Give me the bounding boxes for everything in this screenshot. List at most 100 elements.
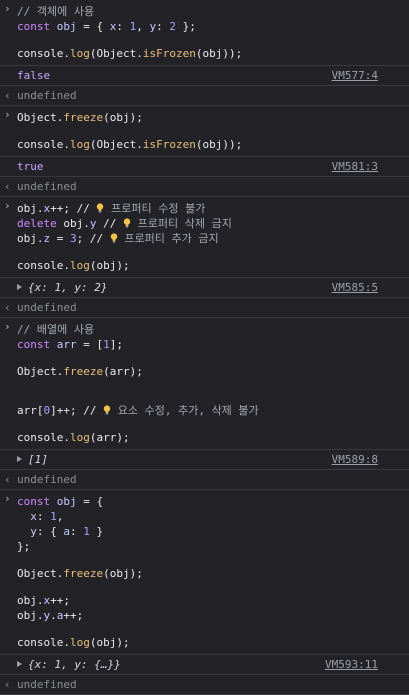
output-value[interactable]: {x: 1, y: 2} (28, 281, 107, 294)
code-token: x (30, 510, 37, 523)
source-link[interactable]: VM589:8 (332, 452, 378, 467)
code-token: , (136, 20, 150, 33)
output-value[interactable]: {x: 1, y: {…}} (28, 658, 121, 671)
source-link[interactable]: VM581:3 (332, 159, 378, 174)
code-token: (Object. (89, 138, 143, 151)
code-token: console (17, 636, 64, 649)
code-token: obj. (17, 232, 44, 245)
code-line: // 객체에 사용 (17, 4, 405, 19)
return-value-row: ‹ undefined (0, 675, 409, 695)
code-token: obj (56, 20, 77, 33)
code-token: = { (76, 495, 104, 508)
code-token: obj. (17, 609, 44, 622)
code-token: }; (17, 540, 31, 553)
undefined-text: undefined (17, 473, 77, 486)
code-block: Object.freeze(obj); console.log(Object.is… (0, 106, 409, 156)
chevron-right-icon: › (4, 320, 11, 333)
return-value-row: ‹ undefined (0, 298, 409, 318)
code-token: isFrozen (142, 138, 196, 151)
code-token: freeze (63, 365, 104, 378)
console-log-output[interactable]: {x: 1, y: {…}} VM593:11 (0, 655, 409, 675)
light-bulb-icon (103, 405, 111, 415)
code-token: // 객체에 사용 (17, 5, 95, 18)
code-token: console (17, 259, 64, 272)
code-token: . (63, 138, 70, 151)
undefined-text: undefined (17, 301, 77, 314)
code-token: arr (56, 338, 77, 351)
triangle-right-icon[interactable] (17, 661, 22, 667)
console-input-entry: › Object.freeze(obj); console.log(Object.i… (0, 106, 409, 157)
code-line: console.log(obj); (17, 258, 405, 273)
code-block: // 배열에 사용 const arr = [1]; Object.freeze(a… (0, 318, 409, 449)
code-token: freeze (63, 111, 104, 124)
chevron-right-icon: › (4, 2, 11, 15)
code-line: console.log(Object.isFrozen(obj)); (17, 46, 405, 61)
code-token: const (17, 495, 57, 508)
code-token: obj (56, 495, 77, 508)
return-value-row: ‹ undefined (0, 86, 409, 106)
undefined-text: undefined (17, 89, 77, 102)
code-token: log (69, 138, 90, 151)
undefined-text: undefined (17, 180, 77, 193)
code-token: 1 (50, 510, 57, 523)
code-token: (obj); (89, 259, 130, 272)
return-value-row: ‹ undefined (0, 177, 409, 197)
code-token: (obj); (89, 636, 130, 649)
code-token: 요소 수정, 추가, 삭제 불가 (111, 404, 259, 417)
return-arrow-icon: ‹ (4, 473, 11, 486)
code-token: log (69, 431, 90, 444)
console-log-output[interactable]: [1] VM589:8 (0, 450, 409, 470)
code-token: a (63, 525, 70, 538)
code-line: arr[0]++; // 요소 수정, 추가, 삭제 불가 (17, 403, 405, 418)
code-line: obj.z = 3; // 프로퍼티 추가 금지 (17, 231, 405, 246)
code-token: ; // (76, 232, 110, 245)
code-token: 2 (169, 20, 176, 33)
code-token: (obj); (103, 567, 143, 580)
code-block: const obj = { x: 1, y: { a: 1 }}; Object.… (0, 490, 409, 654)
triangle-right-icon[interactable] (17, 284, 22, 290)
source-link[interactable]: VM593:11 (325, 657, 378, 672)
source-link[interactable]: VM577:4 (332, 68, 378, 83)
code-line: }; (17, 539, 405, 554)
console-log-output[interactable]: {x: 1, y: 2} VM585:5 (0, 278, 409, 298)
code-token: Object. (17, 365, 64, 378)
return-value-row: ‹ undefined (0, 470, 409, 490)
code-block: // 객체에 사용 const obj = { x: 1, y: 2 }; cons… (0, 0, 409, 65)
console-input-entry: › obj.x++; // 프로퍼티 수정 불가 delete obj.y // 프… (0, 197, 409, 278)
code-token: const (17, 20, 57, 33)
light-bulb-glyph (123, 217, 131, 230)
code-line: x: 1, (17, 509, 405, 524)
console-input-entry: ›// 배열에 사용 const arr = [1]; Object.freeze(… (0, 318, 409, 450)
output-value[interactable]: [1] (28, 453, 48, 466)
code-token: (obj); (103, 111, 143, 124)
code-token: ]; (109, 338, 123, 351)
code-token: ++; (63, 609, 84, 622)
code-line: console.log(Object.isFrozen(obj)); (17, 137, 405, 152)
code-token: ++; // (50, 202, 97, 215)
code-token: (arr); (103, 365, 143, 378)
code-token: : { (36, 525, 64, 538)
code-line: console.log(arr); (17, 430, 405, 445)
code-line: console.log(obj); (17, 635, 405, 650)
console-log-output: true VM581:3 (0, 157, 409, 177)
code-line: // 배열에 사용 (17, 322, 405, 337)
console-log-output: false VM577:4 (0, 66, 409, 86)
triangle-right-icon[interactable] (17, 456, 22, 462)
code-token: (obj)); (195, 47, 243, 60)
code-token: 1 (103, 338, 110, 351)
chevron-right-icon: › (4, 108, 11, 121)
code-token: const (17, 338, 57, 351)
code-line: y: { a: 1 } (17, 524, 405, 539)
code-token: (obj)); (195, 138, 243, 151)
code-token: . (63, 431, 70, 444)
code-token: log (69, 47, 90, 60)
code-token: 프로퍼티 삭제 금지 (130, 217, 232, 230)
source-link[interactable]: VM585:5 (332, 280, 378, 295)
code-token: isFrozen (142, 47, 196, 60)
